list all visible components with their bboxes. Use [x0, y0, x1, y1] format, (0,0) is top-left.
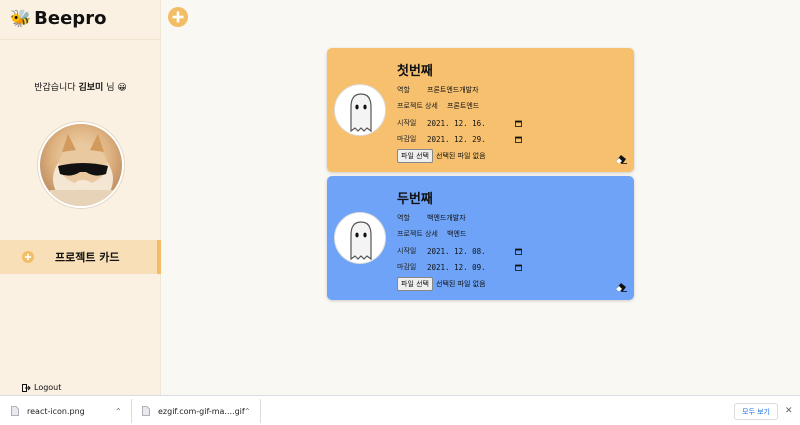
ghost-icon [350, 221, 372, 261]
file-select-button[interactable]: 파일 선택 [397, 149, 433, 163]
end-date-input[interactable]: 2021. 12. 29. [427, 135, 522, 144]
detail-label: 프로젝트 상세 [397, 102, 438, 110]
eraser-icon[interactable] [615, 154, 627, 164]
card-title: 첫번째 [397, 64, 433, 79]
logout-label: Logout [34, 383, 62, 392]
detail-row: 프로젝트 상세 백엔드 [397, 229, 466, 239]
role-label: 역할 [397, 86, 410, 94]
ghost-avatar [334, 84, 386, 136]
role-row: 역할 백엔드개발자 [397, 213, 466, 223]
detail-value[interactable]: 백엔드 [447, 229, 466, 239]
divider [0, 39, 161, 40]
chevron-up-icon[interactable]: ⌃ [115, 396, 122, 425]
close-icon[interactable]: ✕ [785, 406, 793, 416]
plus-circle-icon [22, 251, 34, 263]
chevron-up-icon[interactable]: ⌃ [244, 396, 251, 425]
start-date-label: 시작일 [397, 119, 417, 127]
file-row: 파일 선택 선택된 파일 없음 [397, 149, 486, 163]
eraser-icon[interactable] [615, 282, 627, 292]
welcome-prefix: 반갑습니다 [34, 83, 76, 93]
sidebar-item-label: 프로젝트 카드 [55, 251, 120, 264]
download-filename: ezgif.com-gif-ma....gif [158, 406, 245, 416]
add-project-button[interactable] [168, 7, 188, 27]
smile-emoji-icon: 😀 [117, 83, 127, 93]
logout-button[interactable]: Logout [22, 383, 61, 392]
file-icon [142, 406, 150, 416]
start-date-label: 시작일 [397, 247, 417, 255]
cat-with-sunglasses-image [50, 134, 116, 206]
start-date-value: 2021. 12. 16. [427, 118, 486, 128]
start-date-input[interactable]: 2021. 12. 16. [427, 119, 522, 128]
brand[interactable]: 🐝 Beepro [10, 8, 106, 29]
bee-icon: 🐝 [10, 8, 32, 29]
brand-name: Beepro [34, 8, 107, 29]
file-status: 선택된 파일 없음 [436, 152, 486, 160]
start-date-input[interactable]: 2021. 12. 08. [427, 247, 522, 256]
calendar-icon[interactable] [515, 120, 522, 127]
end-date-value: 2021. 12. 09. [427, 262, 486, 272]
file-status: 선택된 파일 없음 [436, 280, 486, 288]
role-value[interactable]: 프론트엔드개발자 [427, 85, 479, 95]
role-value[interactable]: 백엔드개발자 [427, 213, 466, 223]
calendar-icon[interactable] [515, 264, 522, 271]
end-date-label: 마감일 [397, 263, 417, 271]
divider [131, 399, 132, 423]
calendar-icon[interactable] [515, 136, 522, 143]
user-name: 김보미 [78, 83, 104, 93]
end-date-row: 마감일 2021. 12. 29. [397, 134, 522, 144]
end-date-value: 2021. 12. 29. [427, 134, 486, 144]
end-date-input[interactable]: 2021. 12. 09. [427, 263, 522, 272]
ghost-icon [350, 93, 372, 133]
end-date-row: 마감일 2021. 12. 09. [397, 262, 522, 272]
show-all-button[interactable]: 모두 보기 [734, 403, 778, 420]
welcome-message: 반갑습니다 김보미 님 😀 [0, 80, 161, 93]
start-date-row: 시작일 2021. 12. 16. [397, 118, 522, 128]
role-row: 역할 프론트엔드개발자 [397, 85, 479, 95]
ghost-avatar [334, 212, 386, 264]
end-date-label: 마감일 [397, 135, 417, 143]
start-date-row: 시작일 2021. 12. 08. [397, 246, 522, 256]
logout-icon [22, 383, 31, 392]
download-bar: react-icon.png ⌃ ezgif.com-gif-ma....gif… [0, 395, 800, 425]
detail-label: 프로젝트 상세 [397, 230, 438, 238]
welcome-suffix: 님 [106, 83, 115, 93]
project-card: 첫번째 역할 프론트엔드개발자 프로젝트 상세 프론트엔드 시작일 2021. … [327, 48, 634, 172]
start-date-value: 2021. 12. 08. [427, 246, 486, 256]
download-item[interactable]: ezgif.com-gif-ma....gif [142, 396, 245, 425]
file-icon [11, 406, 19, 416]
sidebar: 🐝 Beepro 반갑습니다 김보미 님 😀 프로젝트 카드 Logout [0, 0, 161, 395]
role-label: 역할 [397, 214, 410, 222]
sidebar-item-project-card[interactable]: 프로젝트 카드 [0, 240, 161, 274]
avatar [38, 122, 124, 208]
project-card: 두번째 역할 백엔드개발자 프로젝트 상세 백엔드 시작일 2021. 12. … [327, 176, 634, 300]
detail-value[interactable]: 프론트엔드 [447, 101, 479, 111]
divider [260, 399, 261, 423]
detail-row: 프로젝트 상세 프론트엔드 [397, 101, 479, 111]
download-item[interactable]: react-icon.png [11, 396, 85, 425]
file-row: 파일 선택 선택된 파일 없음 [397, 277, 486, 291]
file-select-button[interactable]: 파일 선택 [397, 277, 433, 291]
download-filename: react-icon.png [27, 406, 85, 416]
card-title: 두번째 [397, 192, 433, 207]
calendar-icon[interactable] [515, 248, 522, 255]
